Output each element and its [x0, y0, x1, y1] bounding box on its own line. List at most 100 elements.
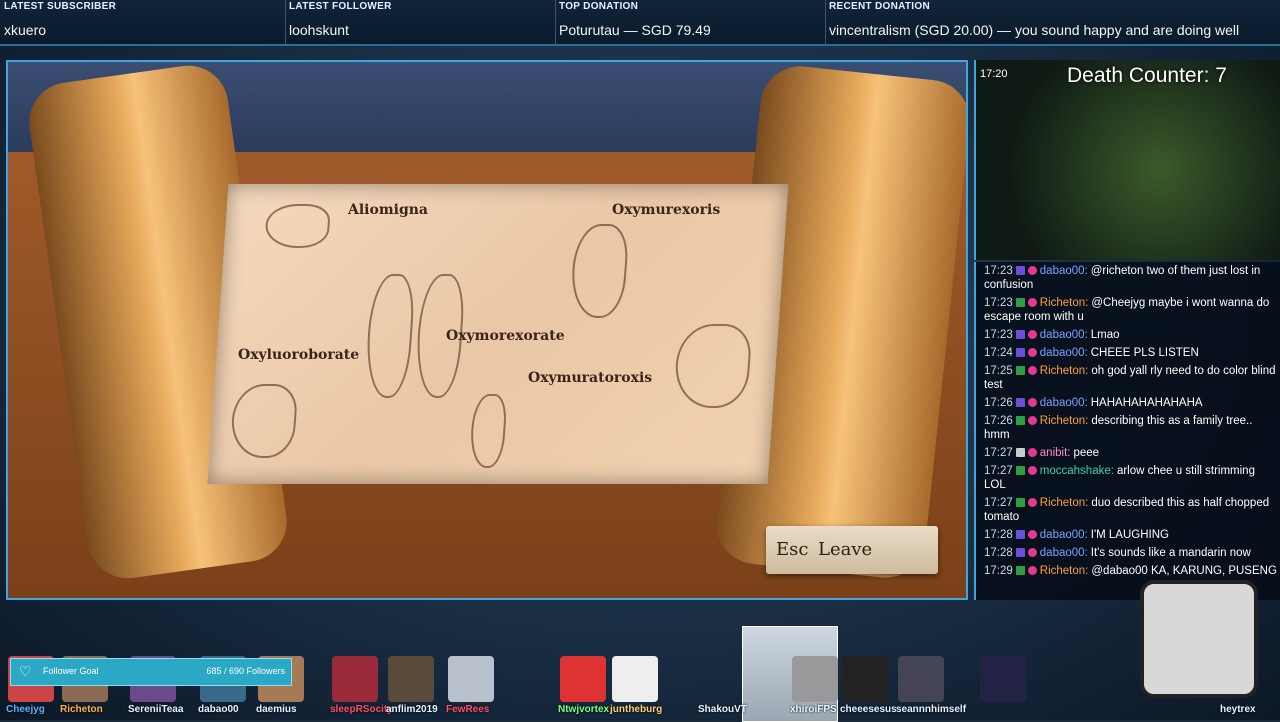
- chat-username[interactable]: dabao00:: [1040, 329, 1088, 341]
- chat-timestamp: 17:23: [984, 329, 1013, 341]
- chat-panel[interactable]: 17:23 dabao00: @richeton two of them just …: [974, 262, 1280, 600]
- chat-username[interactable]: Richeton:: [1040, 415, 1089, 427]
- supporter-name: juntheburg: [610, 704, 663, 715]
- supporter-name: anflim2019: [386, 704, 438, 715]
- heart-icon: [1027, 398, 1037, 407]
- chat-message: 17:23 Richeton: @Cheejyg maybe i wont wann…: [976, 294, 1280, 326]
- chat-message: 17:23 dabao00: @richeton two of them just …: [976, 262, 1280, 294]
- badge-icon: [1015, 266, 1025, 275]
- badge-icon: [1015, 366, 1025, 375]
- supporter-name: Richeton: [60, 704, 103, 715]
- chat-username[interactable]: dabao00:: [1040, 397, 1088, 409]
- top-ticker: LATEST SUBSCRIBER xkuero LATEST FOLLOWER…: [0, 0, 1280, 46]
- chat-username[interactable]: dabao00:: [1040, 547, 1088, 559]
- scroll-label: Aliomigna: [348, 202, 429, 218]
- badge-icon: [1015, 530, 1025, 539]
- chat-text: Lmao: [1090, 329, 1120, 341]
- chat-timestamp: 17:27: [984, 497, 1013, 509]
- supporter-name: ShakouVT: [698, 704, 747, 715]
- supporter-avatar: [560, 656, 606, 702]
- chat-timestamp: 17:28: [984, 547, 1013, 559]
- chat-text: duo described this as half chopped tomat…: [984, 497, 1270, 523]
- chat-username[interactable]: Richeton:: [1040, 365, 1089, 377]
- badge-icon: [1015, 398, 1025, 407]
- chat-message: 17:28 dabao00: It's sounds like a mandarin…: [976, 544, 1280, 562]
- chat-timestamp: 17:25: [984, 365, 1013, 377]
- chat-username[interactable]: Richeton:: [1040, 297, 1089, 309]
- chat-message: 17:25 Richeton: oh god yall rly need to do…: [976, 362, 1280, 394]
- badge-icon: [1015, 416, 1025, 425]
- supporter-avatar: [792, 656, 838, 702]
- supporter-name: sleepRSocity: [330, 704, 393, 715]
- scroll-label: Oxymurexoris: [612, 202, 721, 218]
- supporter-avatar: [898, 656, 944, 702]
- chat-username[interactable]: dabao00:: [1040, 265, 1088, 277]
- chat-timestamp: 17:23: [984, 265, 1013, 277]
- game-cam-overlay: [974, 60, 1280, 260]
- heart-icon: [1027, 266, 1037, 275]
- chat-message: 17:27 anibit: peee: [976, 444, 1280, 462]
- supporter-name: Ntwjvortex: [558, 704, 610, 715]
- badge-icon: [1015, 466, 1025, 475]
- heart-icon: [1027, 566, 1037, 575]
- supporter-avatar: [980, 656, 1026, 702]
- supporter-name: daemius: [256, 704, 297, 715]
- supporter-name: cheeesesus: [840, 704, 897, 715]
- cam-top-time: 17:20: [980, 68, 1008, 80]
- chat-timestamp: 17:26: [984, 397, 1013, 409]
- chat-text: @Cheejyg maybe i wont wanna do escape ro…: [984, 297, 1270, 323]
- heart-icon: [1027, 348, 1037, 357]
- chat-username[interactable]: moccahshake:: [1040, 465, 1114, 477]
- chat-username[interactable]: dabao00:: [1040, 347, 1088, 359]
- latest-subscriber: LATEST SUBSCRIBER xkuero: [0, 0, 286, 44]
- game-capture: Aliomigna Oxymurexoris Oxymorexorate Oxy…: [6, 60, 968, 600]
- top-donation-label: TOP DONATION: [559, 1, 639, 12]
- plant-drawing: [229, 384, 299, 458]
- leave-label: Leave: [818, 539, 873, 560]
- latest-subscriber-value: xkuero: [4, 22, 47, 38]
- heart-icon: [1027, 448, 1037, 457]
- chat-timestamp: 17:29: [984, 565, 1013, 577]
- leave-button[interactable]: Esc Leave: [766, 526, 938, 574]
- chat-message: 17:27 moccahshake: arlow chee u still stri…: [976, 462, 1280, 494]
- chat-timestamp: 17:27: [984, 465, 1013, 477]
- supporter-avatar: [388, 656, 434, 702]
- latest-follower-label: LATEST FOLLOWER: [289, 1, 392, 12]
- supporter-name: dabao00: [198, 704, 239, 715]
- supporter-avatar: [332, 656, 378, 702]
- heart-icon: [1027, 330, 1037, 339]
- recent-donation: RECENT DONATION vincentralism (SGD 20.00…: [825, 0, 1280, 44]
- chat-message: 17:29 Richeton: @dabao00 KA, KARUNG, PUSEN…: [976, 562, 1280, 580]
- plant-drawing: [569, 224, 630, 318]
- chat-timestamp: 17:28: [984, 529, 1013, 541]
- follower-icon: ♡: [19, 663, 32, 679]
- heart-icon: [1027, 530, 1037, 539]
- plant-drawing: [363, 274, 417, 398]
- latest-follower: LATEST FOLLOWER loohskunt: [285, 0, 556, 44]
- chat-timestamp: 17:23: [984, 297, 1013, 309]
- badge-icon: [1015, 498, 1025, 507]
- chat-username[interactable]: Richeton:: [1040, 565, 1089, 577]
- follower-goal: ♡ Follower Goal 685 / 690 Followers: [10, 658, 292, 686]
- mascot-logo: [1140, 580, 1258, 698]
- latest-subscriber-label: LATEST SUBSCRIBER: [4, 1, 117, 12]
- badge-icon: [1015, 548, 1025, 557]
- supporter-name: seannnhimself: [896, 704, 967, 715]
- chat-text: @richeton two of them just lost in confu…: [984, 265, 1261, 291]
- chat-message: 17:27 Richeton: duo described this as half…: [976, 494, 1280, 526]
- supporter-avatar: [612, 656, 658, 702]
- chat-message: 17:26 Richeton: describing this as a famil…: [976, 412, 1280, 444]
- follower-goal-count: 685 / 690 Followers: [206, 666, 285, 676]
- supporter-names: Cheejyg Richeton SereniiTeaa dabao00 daemius…: [0, 704, 1280, 720]
- top-donation: TOP DONATION Poturutau — SGD 79.49: [555, 0, 826, 44]
- chat-username[interactable]: Richeton:: [1040, 497, 1089, 509]
- chat-message: 17:28 dabao00: I'M LAUGHING: [976, 526, 1280, 544]
- esc-key-label: Esc: [776, 539, 809, 560]
- scroll-label: Oxymorexorate: [446, 328, 565, 344]
- chat-message: 17:26 dabao00: HAHAHAHAHAHAHA: [976, 394, 1280, 412]
- chat-username[interactable]: anibit:: [1040, 447, 1071, 459]
- plant-drawing: [468, 394, 508, 468]
- chat-username[interactable]: dabao00:: [1040, 529, 1088, 541]
- chat-timestamp: 17:24: [984, 347, 1013, 359]
- chat-timestamp: 17:27: [984, 447, 1013, 459]
